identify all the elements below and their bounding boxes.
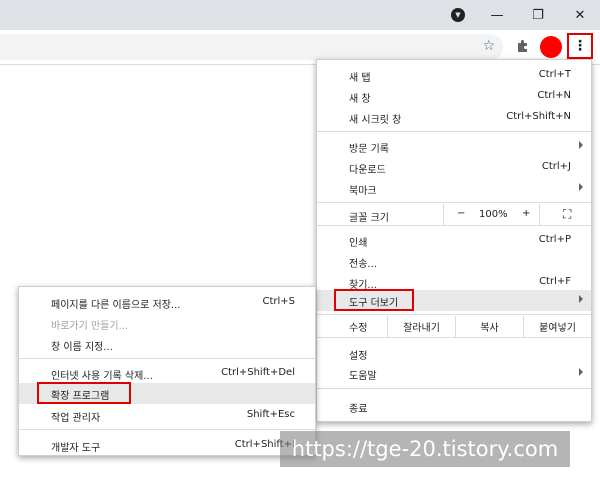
zoom-in-button[interactable]: + xyxy=(522,208,530,219)
menu-button[interactable]: ⋮ xyxy=(567,33,593,59)
submenu-arrow-icon xyxy=(579,183,583,191)
menu-item-exit[interactable]: 종료 xyxy=(317,396,591,417)
edit-label: 수정 xyxy=(349,323,368,334)
menu-separator xyxy=(317,314,591,315)
submenu-arrow-icon xyxy=(579,368,583,376)
zoom-row: 글꼴 크기 − 100% + ⛶ xyxy=(317,204,591,225)
restore-button[interactable]: ❐ xyxy=(518,0,558,30)
edit-row: 수정 잘라내기 복사 붙여넣기 xyxy=(317,316,591,337)
submenu-item-task-manager[interactable]: 작업 관리자 Shift+Esc xyxy=(19,405,315,426)
copy-button[interactable]: 복사 xyxy=(455,316,523,337)
more-tools-submenu: 페이지를 다른 이름으로 저장... Ctrl+S 바로가기 만들기... 창 … xyxy=(18,286,316,456)
menu-item-new-window[interactable]: 새 창 Ctrl+N xyxy=(317,86,591,107)
menu-item-history[interactable]: 방문 기록 xyxy=(317,136,591,157)
menu-separator xyxy=(317,225,591,226)
fullscreen-icon[interactable]: ⛶ xyxy=(563,207,571,222)
menu-item-new-incognito[interactable]: 새 시크릿 창 Ctrl+Shift+N xyxy=(317,107,591,128)
menu-item-help[interactable]: 도움말 xyxy=(317,363,591,384)
address-bar[interactable]: ☆ xyxy=(0,34,503,60)
menu-separator xyxy=(317,131,591,132)
menu-item-new-tab[interactable]: 새 탭 Ctrl+T xyxy=(317,65,591,86)
zoom-out-button[interactable]: − xyxy=(457,208,465,219)
menu-separator xyxy=(19,429,315,430)
menu-item-bookmarks[interactable]: 북마크 xyxy=(317,178,591,199)
menu-separator xyxy=(317,337,591,338)
menu-separator xyxy=(317,388,591,389)
title-bar: ▼ — ❐ ✕ xyxy=(0,0,600,30)
menu-separator xyxy=(19,358,315,359)
submenu-arrow-icon xyxy=(579,141,583,149)
menu-item-print[interactable]: 인쇄 Ctrl+P xyxy=(317,230,591,251)
highlight-box xyxy=(334,289,414,311)
kebab-icon: ⋮ xyxy=(573,38,587,54)
close-button[interactable]: ✕ xyxy=(560,0,600,30)
watermark-text: https://tge-20.tistory.com xyxy=(280,431,570,467)
cut-button[interactable]: 잘라내기 xyxy=(387,316,455,337)
minimize-button[interactable]: — xyxy=(477,0,517,30)
submenu-item-developer-tools[interactable]: 개발자 도구 Ctrl+Shift+I xyxy=(19,435,315,456)
submenu-item-create-shortcut: 바로가기 만들기... xyxy=(51,321,129,332)
paste-button[interactable]: 붙여넣기 xyxy=(523,316,591,337)
puzzle-icon xyxy=(518,40,527,52)
chrome-main-menu: 새 탭 Ctrl+T 새 창 Ctrl+N 새 시크릿 창 Ctrl+Shift… xyxy=(316,59,592,422)
profile-avatar[interactable] xyxy=(540,36,562,58)
submenu-item-name-window[interactable]: 창 이름 지정... xyxy=(19,334,315,355)
profile-dropdown-icon[interactable]: ▼ xyxy=(438,0,478,30)
submenu-item-save-page[interactable]: 페이지를 다른 이름으로 저장... Ctrl+S xyxy=(19,292,315,313)
menu-item-settings[interactable]: 설정 xyxy=(317,343,591,364)
submenu-arrow-icon xyxy=(579,295,583,303)
bookmark-star-icon[interactable]: ☆ xyxy=(482,38,495,54)
submenu-item-clear-browsing-data[interactable]: 인터넷 사용 기록 삭제... Ctrl+Shift+Del xyxy=(19,363,315,384)
extensions-button[interactable] xyxy=(513,36,533,56)
highlight-box xyxy=(37,382,131,404)
menu-item-downloads[interactable]: 다운로드 Ctrl+J xyxy=(317,157,591,178)
menu-separator xyxy=(317,202,591,203)
zoom-level: 100% xyxy=(479,209,508,220)
menu-item-cast[interactable]: 전송... xyxy=(317,251,591,272)
